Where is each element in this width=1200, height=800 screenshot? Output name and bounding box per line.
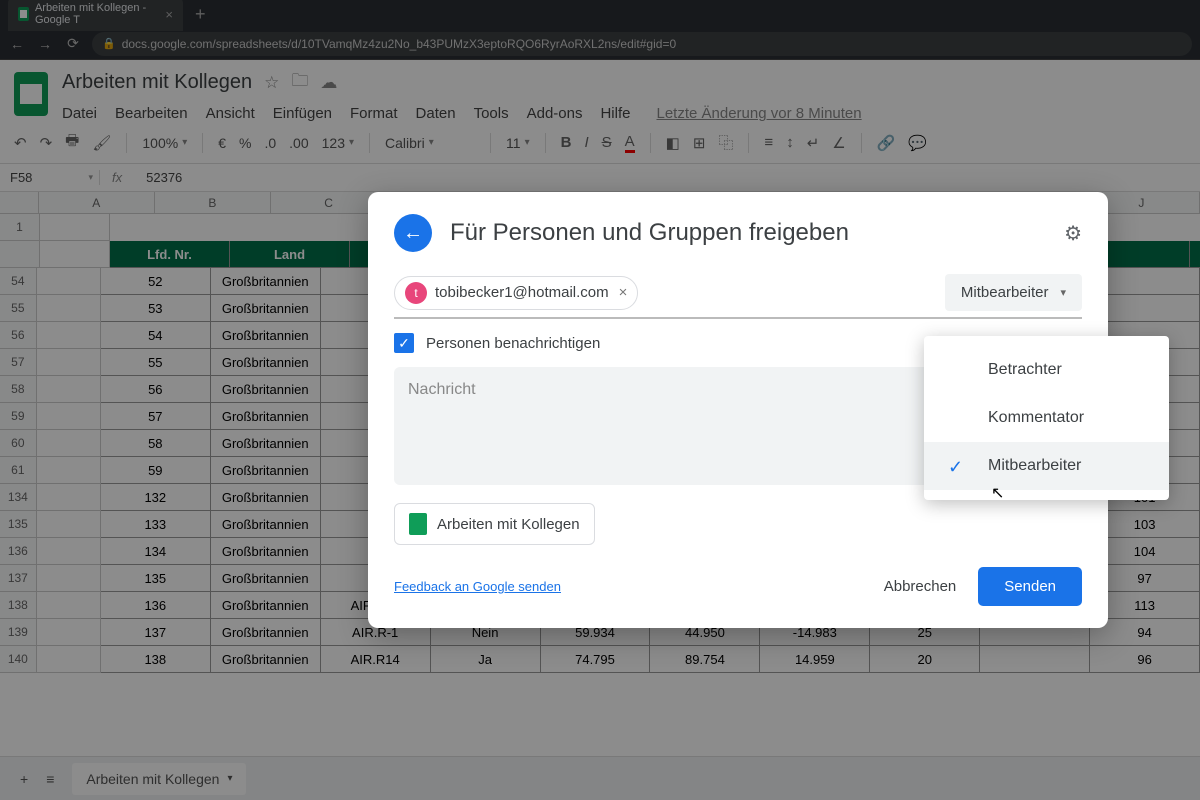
dialog-title: Für Personen und Gruppen freigeben (450, 219, 1046, 247)
cancel-button[interactable]: Abbrechen (876, 568, 965, 605)
role-option-kommentator[interactable]: Kommentator (924, 394, 1169, 442)
avatar: t (405, 282, 427, 304)
feedback-link[interactable]: Feedback an Google senden (394, 579, 561, 594)
recipient-chip[interactable]: t tobibecker1@hotmail.com × (394, 276, 638, 310)
notify-checkbox[interactable]: ✓ (394, 333, 414, 353)
role-menu: BetrachterKommentatorMitbearbeiter (924, 336, 1169, 500)
attachment-chip[interactable]: Arbeiten mit Kollegen (394, 503, 595, 545)
remove-chip-icon[interactable]: × (619, 284, 628, 301)
dialog-back-button[interactable]: ← (394, 214, 432, 252)
sheets-icon (409, 513, 427, 535)
chip-email: tobibecker1@hotmail.com (435, 284, 609, 301)
role-option-betrachter[interactable]: Betrachter (924, 346, 1169, 394)
role-option-mitbearbeiter[interactable]: Mitbearbeiter (924, 442, 1169, 490)
notify-label: Personen benachrichtigen (426, 335, 600, 352)
gear-icon[interactable]: ⚙ (1064, 221, 1082, 246)
role-dropdown[interactable]: Mitbearbeiter (945, 274, 1082, 311)
send-button[interactable]: Senden (978, 567, 1082, 606)
